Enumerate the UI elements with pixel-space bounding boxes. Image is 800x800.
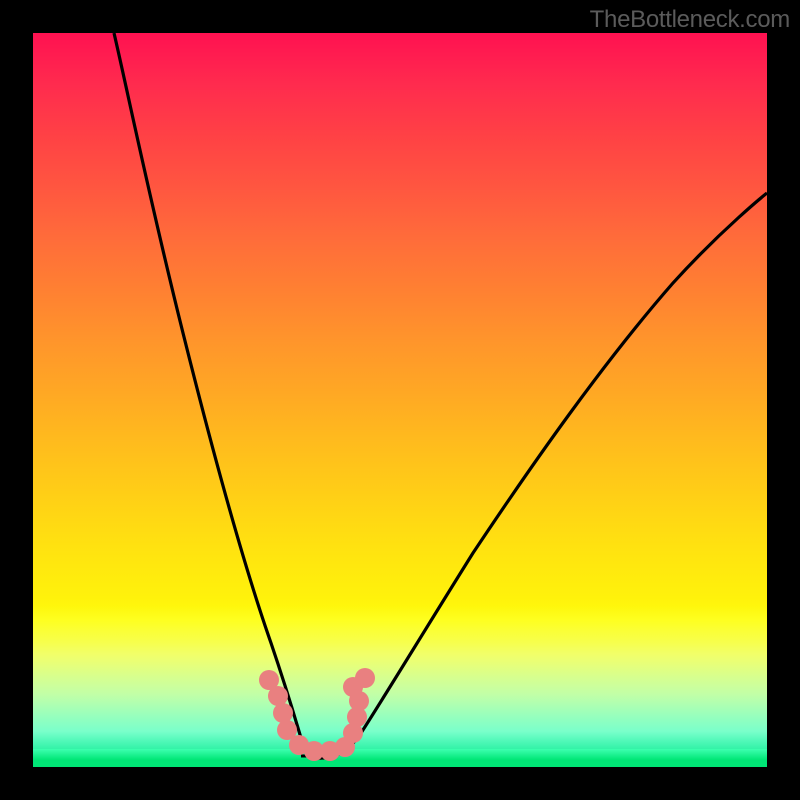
black-curve-left (114, 33, 317, 758)
chart-container: TheBottleneck.com (0, 0, 800, 800)
plot-area (33, 33, 767, 767)
curve-layer (33, 33, 767, 767)
black-curve-right (317, 193, 767, 758)
watermark-text: TheBottleneck.com (590, 6, 790, 34)
pink-point-series (259, 668, 375, 761)
